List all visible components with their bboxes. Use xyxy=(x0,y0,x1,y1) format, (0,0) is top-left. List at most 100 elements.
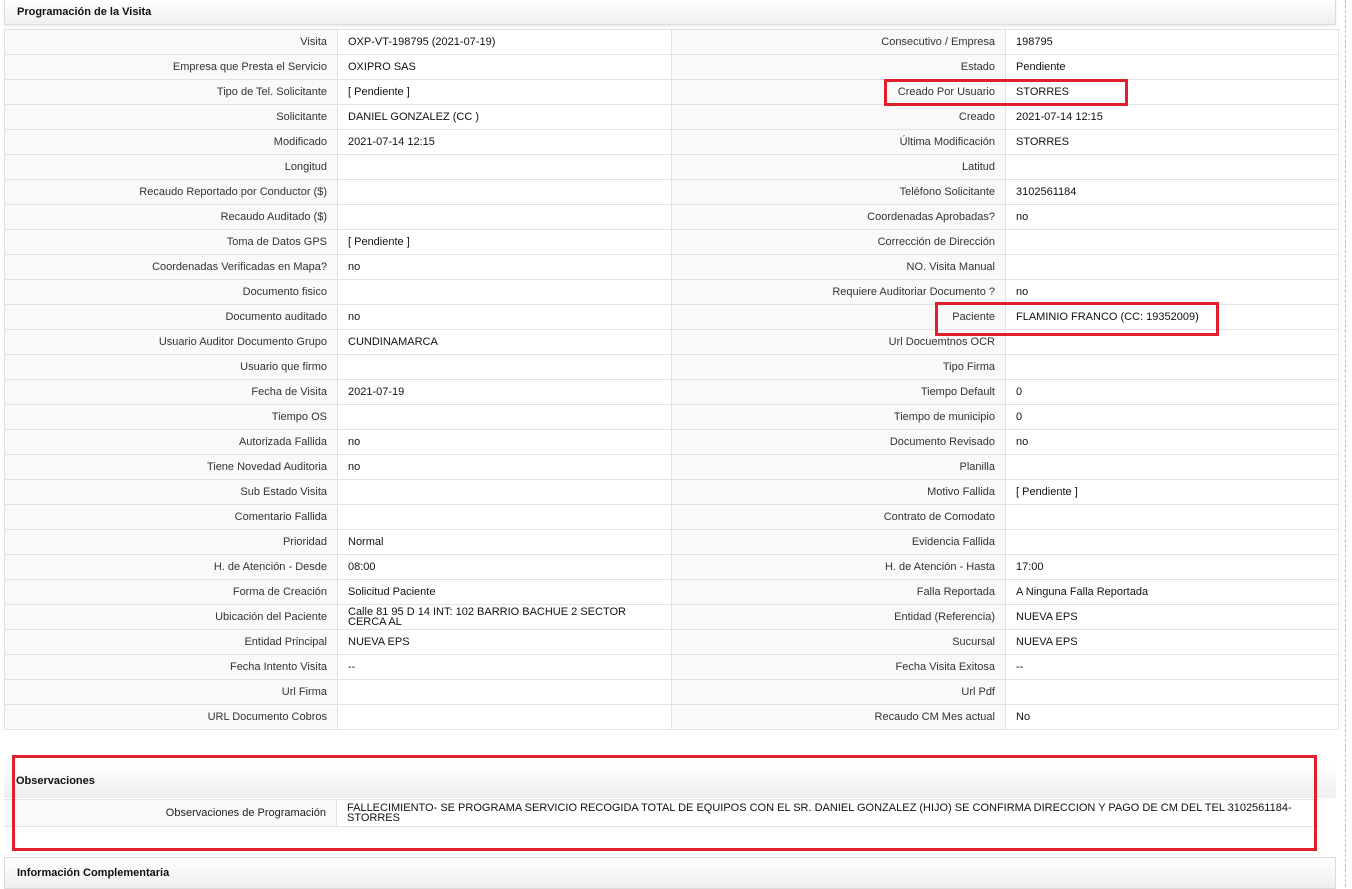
field-label: Documento Revisado xyxy=(671,429,1006,455)
field-value: 08:00 xyxy=(337,554,672,580)
section-title: Observaciones xyxy=(16,775,95,787)
field-value: 3102561184 xyxy=(1005,179,1339,205)
field-label: Tiene Novedad Auditoria xyxy=(4,454,338,480)
table-row: Modificado 2021-07-14 12:15 Última Modific… xyxy=(4,129,1339,155)
field-label: Recaudo Reportado por Conductor ($) xyxy=(4,179,338,205)
field-value: Pendiente xyxy=(1005,54,1339,80)
table-row: Tiempo OS Tiempo de municipio 0 xyxy=(4,404,1339,430)
field-label: Consecutivo / Empresa xyxy=(671,29,1006,55)
field-value: STORRES xyxy=(1005,79,1339,105)
field-value xyxy=(337,279,672,305)
field-label: Estado xyxy=(671,54,1006,80)
field-value: NUEVA EPS xyxy=(337,629,672,655)
table-row: H. de Atención - Desde 08:00 H. de Atenció… xyxy=(4,554,1339,580)
field-label: Documento fisico xyxy=(4,279,338,305)
field-value xyxy=(1005,229,1339,255)
table-row: Entidad Principal NUEVA EPS Sucursal NUEVA … xyxy=(4,629,1339,655)
table-row: Coordenadas Verificadas en Mapa? no NO. V… xyxy=(4,254,1339,280)
field-label: Corrección de Dirección xyxy=(671,229,1006,255)
field-value xyxy=(1005,254,1339,280)
field-value: no xyxy=(337,304,672,330)
field-value: Normal xyxy=(337,529,672,555)
field-label: Coordenadas Aprobadas? xyxy=(671,204,1006,230)
field-value: FLAMINIO FRANCO (CC: 19352009) xyxy=(1005,304,1339,330)
field-value xyxy=(337,704,672,730)
section-title: Programación de la Visita xyxy=(17,6,152,18)
field-label: Ubicación del Paciente xyxy=(4,604,338,630)
table-row: Documento auditado no Paciente FLAMINIO FR… xyxy=(4,304,1339,330)
page-edge-guide xyxy=(1345,0,1346,887)
field-value: no xyxy=(1005,279,1339,305)
field-value: [ Pendiente ] xyxy=(1005,479,1339,505)
section-header-observaciones: Observaciones xyxy=(4,764,1336,798)
table-row: Fecha de Visita 2021-07-19 Tiempo Default… xyxy=(4,379,1339,405)
field-label: Solicitante xyxy=(4,104,338,130)
field-label: Sub Estado Visita xyxy=(4,479,338,505)
field-label: Longitud xyxy=(4,154,338,180)
field-value: 0 xyxy=(1005,404,1339,430)
field-value: OXP-VT-198795 (2021-07-19) xyxy=(337,29,672,55)
field-value xyxy=(1005,329,1339,355)
field-value xyxy=(337,404,672,430)
field-value: -- xyxy=(337,654,672,680)
field-value: STORRES xyxy=(1005,129,1339,155)
field-label: Toma de Datos GPS xyxy=(4,229,338,255)
field-label: Tiempo OS xyxy=(4,404,338,430)
field-value xyxy=(337,154,672,180)
table-row: Empresa que Presta el Servicio OXIPRO SAS… xyxy=(4,54,1339,80)
field-label: Recaudo Auditado ($) xyxy=(4,204,338,230)
field-label: H. de Atención - Hasta xyxy=(671,554,1006,580)
field-label: Motivo Fallida xyxy=(671,479,1006,505)
field-value: CUNDINAMARCA xyxy=(337,329,672,355)
field-label: Prioridad xyxy=(4,529,338,555)
table-row: Ubicación del Paciente Calle 81 95 D 14 I… xyxy=(4,604,1339,630)
field-value: A Ninguna Falla Reportada xyxy=(1005,579,1339,605)
field-label: Coordenadas Verificadas en Mapa? xyxy=(4,254,338,280)
field-value: OXIPRO SAS xyxy=(337,54,672,80)
field-value: 2021-07-14 12:15 xyxy=(1005,104,1339,130)
field-value xyxy=(1005,354,1339,380)
table-row: Autorizada Fallida no Documento Revisado … xyxy=(4,429,1339,455)
field-label: Tiempo de municipio xyxy=(671,404,1006,430)
field-value: no xyxy=(337,254,672,280)
field-value: FALLECIMIENTO- SE PROGRAMA SERVICIO RECO… xyxy=(347,802,1292,824)
field-value xyxy=(1005,454,1339,480)
field-label: Comentario Fallida xyxy=(4,504,338,530)
table-row: Toma de Datos GPS[ Pendiente ] Corrección… xyxy=(4,229,1339,255)
field-label: Forma de Creación xyxy=(4,579,338,605)
section-title: Información Complementaria xyxy=(17,867,170,879)
field-value xyxy=(337,479,672,505)
field-value xyxy=(337,204,672,230)
section-header-programacion: Programación de la Visita xyxy=(4,0,1336,25)
field-label: Documento auditado xyxy=(4,304,338,330)
field-label: URL Documento Cobros xyxy=(4,704,338,730)
field-value: NUEVA EPS xyxy=(1005,629,1339,655)
field-label: Requiere Auditoriar Documento ? xyxy=(671,279,1006,305)
field-value xyxy=(1005,679,1339,705)
field-value: 0 xyxy=(1005,379,1339,405)
field-label: Url Firma xyxy=(4,679,338,705)
field-value xyxy=(337,179,672,205)
field-value: 17:00 xyxy=(1005,554,1339,580)
table-row: URL Documento Cobros Recaudo CM Mes actua… xyxy=(4,704,1339,730)
field-value: -- xyxy=(1005,654,1339,680)
field-label: Sucursal xyxy=(671,629,1006,655)
field-value: 2021-07-14 12:15 xyxy=(337,129,672,155)
field-value xyxy=(337,354,672,380)
table-row: Prioridad Normal Evidencia Fallida xyxy=(4,529,1339,555)
field-value: no xyxy=(1005,204,1339,230)
field-label: Visita xyxy=(4,29,338,55)
field-value xyxy=(337,504,672,530)
field-value: DANIEL GONZALEZ (CC ) xyxy=(337,104,672,130)
visit-details-table: Visita OXP-VT-198795 (2021-07-19) Consecut… xyxy=(4,29,1339,730)
field-label: Fecha Visita Exitosa xyxy=(671,654,1006,680)
field-label: Falla Reportada xyxy=(671,579,1006,605)
table-row: Usuario que firmo Tipo Firma xyxy=(4,354,1339,380)
table-row: Fecha Intento Visita -- Fecha Visita Exit… xyxy=(4,654,1339,680)
field-label: Autorizada Fallida xyxy=(4,429,338,455)
field-label: Empresa que Presta el Servicio xyxy=(4,54,338,80)
field-label: Creado Por Usuario xyxy=(671,79,1006,105)
table-row: Recaudo Auditado ($) Coordenadas Aprobada… xyxy=(4,204,1339,230)
field-label: Planilla xyxy=(671,454,1006,480)
field-label: Tiempo Default xyxy=(671,379,1006,405)
